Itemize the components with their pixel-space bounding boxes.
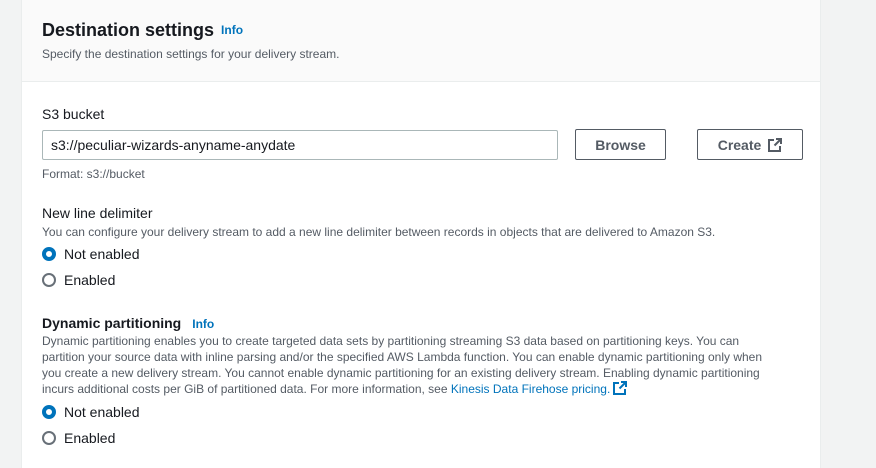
dynamic-option-label: Enabled (64, 430, 116, 446)
newline-radio-enabled[interactable]: Enabled (42, 272, 115, 288)
newline-option-label: Enabled (64, 272, 116, 288)
description-line: Dynamic partitioning enables you to crea… (42, 334, 740, 348)
description-line: incurs additional costs per GiB of parti… (42, 381, 762, 397)
section-info-link[interactable]: Info (221, 23, 243, 37)
description-line: you create a new delivery stream. You ca… (42, 366, 760, 380)
radio-selected-icon[interactable] (42, 405, 56, 419)
create-button-label: Create (717, 136, 762, 153)
radio-unselected-icon[interactable] (42, 431, 56, 445)
dynamic-partitioning-label-text: Dynamic partitioning (42, 315, 182, 331)
section-title: Destination settings Info (42, 20, 243, 41)
external-link-icon (613, 381, 628, 395)
description-line: partition your source data with inline p… (42, 350, 762, 364)
description-line-text: incurs additional costs per GiB of parti… (42, 382, 451, 396)
dynamic-option-label: Not enabled (64, 404, 140, 420)
radio-unselected-icon[interactable] (42, 273, 56, 287)
create-button[interactable]: Create (697, 129, 803, 160)
newline-delimiter-description: You can configure your delivery stream t… (42, 225, 716, 239)
external-link-icon (768, 137, 783, 152)
panel-header: Destination settings Info Specify the des… (22, 0, 820, 82)
s3-bucket-input[interactable] (42, 130, 558, 160)
dynamic-partitioning-description: Dynamic partitioning enables you to crea… (42, 333, 762, 397)
destination-settings-panel: Destination settings Info Specify the des… (21, 0, 821, 468)
dynamic-radio-enabled[interactable]: Enabled (42, 430, 115, 446)
section-subtitle: Specify the destination settings for you… (42, 47, 340, 61)
newline-delimiter-label: New line delimiter (42, 205, 153, 221)
radio-selected-icon[interactable] (42, 247, 56, 261)
browse-button-label: Browse (595, 136, 646, 153)
kinesis-pricing-link[interactable]: Kinesis Data Firehose pricing. (450, 381, 628, 396)
newline-radio-not-enabled[interactable]: Not enabled (42, 246, 140, 262)
dynamic-partitioning-info-link[interactable]: Info (192, 317, 214, 331)
s3-bucket-label: S3 bucket (42, 106, 105, 122)
newline-option-label: Not enabled (64, 246, 140, 262)
kinesis-pricing-link-text: Kinesis Data Firehose pricing. (450, 382, 611, 396)
dynamic-radio-not-enabled[interactable]: Not enabled (42, 404, 140, 420)
section-title-text: Destination settings (42, 20, 215, 40)
browse-button[interactable]: Browse (575, 129, 666, 160)
s3-format-hint: Format: s3://bucket (42, 167, 145, 181)
dynamic-partitioning-label: Dynamic partitioning Info (42, 315, 214, 331)
